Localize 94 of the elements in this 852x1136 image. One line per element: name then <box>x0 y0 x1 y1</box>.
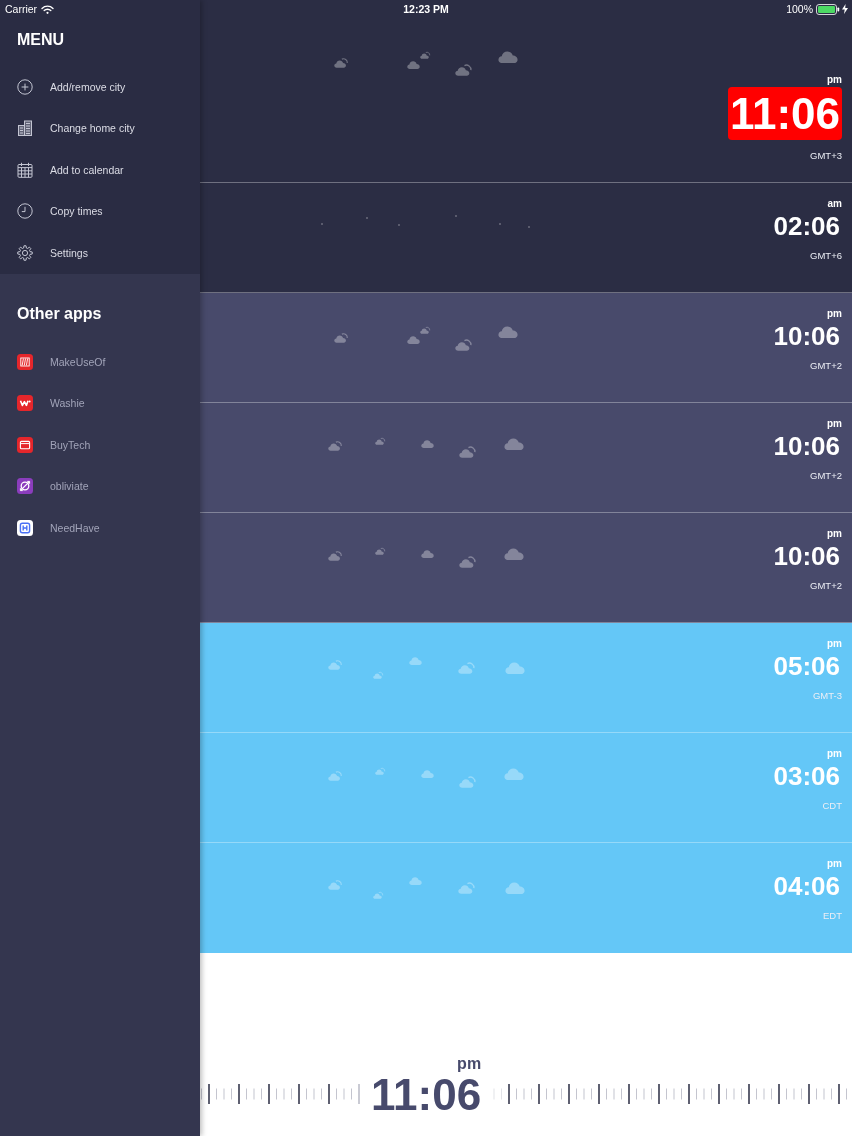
battery-icon <box>816 3 840 15</box>
cloud-icon <box>408 656 422 666</box>
timezone-label: CDT <box>822 799 842 813</box>
carrier-label: Carrier <box>5 3 38 15</box>
cloud-icon <box>406 60 420 70</box>
partly-cloudy-icon <box>419 325 431 335</box>
partly-cloudy-icon <box>458 881 476 895</box>
time-label: 04:06 <box>772 871 841 901</box>
bars-tile-icon <box>17 519 33 536</box>
cloud-icon <box>498 50 518 64</box>
partly-cloudy-icon <box>333 57 349 69</box>
partly-cloudy-icon <box>327 550 343 562</box>
cloud-icon <box>406 335 420 345</box>
cloud-icon <box>505 881 525 895</box>
city-time-row[interactable]: pm 10:06 GMT+2 <box>200 403 852 513</box>
zigzag-tile-icon <box>17 395 33 412</box>
cloud-icon <box>420 769 434 779</box>
timezone-label: GMT+6 <box>810 249 842 263</box>
partly-cloudy-icon <box>459 555 477 569</box>
cloud-icon <box>498 325 518 339</box>
partly-cloudy-icon <box>327 659 343 671</box>
partly-cloudy-icon <box>458 661 476 675</box>
partly-cloudy-icon <box>372 890 384 900</box>
partly-cloudy-icon <box>374 546 386 556</box>
buildings-icon <box>17 120 33 137</box>
period-label: pm <box>827 307 842 321</box>
timezone-label: GMT+2 <box>810 579 842 593</box>
partly-cloudy-icon <box>374 436 386 446</box>
window-tile-icon <box>17 436 33 453</box>
calendar-icon <box>17 161 33 178</box>
cloud-icon <box>504 437 524 451</box>
menu-item[interactable]: Copy times <box>0 190 200 232</box>
app-item[interactable]: NeedHave <box>0 507 200 549</box>
status-time: 12:23 PM <box>403 3 449 15</box>
menu-item[interactable]: Settings <box>0 232 200 274</box>
city-time-row[interactable]: pm 10:06 GMT+2 <box>200 513 852 623</box>
cloud-icon <box>420 549 434 559</box>
partly-cloudy-icon <box>374 766 386 776</box>
selected-time-label: 11:06 <box>371 1073 482 1117</box>
cloud-icon <box>504 547 524 561</box>
wifi-icon <box>41 4 55 14</box>
cloud-icon <box>505 661 525 675</box>
period-label: pm <box>827 73 842 87</box>
add-circle-icon <box>17 78 33 95</box>
period-label: pm <box>827 747 842 761</box>
app-item[interactable]: Washie <box>0 382 200 424</box>
partly-cloudy-icon <box>455 338 473 352</box>
partly-cloudy-icon <box>372 670 384 680</box>
partly-cloudy-icon <box>459 775 477 789</box>
partly-cloudy-icon <box>333 332 349 344</box>
timezone-label: EDT <box>823 909 842 923</box>
timezone-label: GMT+3 <box>810 149 842 163</box>
city-time-row[interactable]: am 02:06 GMT+6 <box>200 183 852 293</box>
time-label: 10:06 <box>772 431 841 461</box>
time-ruler[interactable] <box>200 1084 362 1104</box>
period-label: pm <box>827 527 842 541</box>
period-label: pm <box>827 637 842 651</box>
settings-icon <box>17 244 33 261</box>
app-item[interactable]: MakeUseOf <box>0 341 200 383</box>
time-label: 05:06 <box>772 651 841 681</box>
app-item[interactable]: obliviate <box>0 465 200 507</box>
partly-cloudy-icon <box>455 63 473 77</box>
time-label: 02:06 <box>772 211 841 241</box>
menu-item[interactable]: Change home city <box>0 107 200 149</box>
striped-tile-icon <box>17 353 33 370</box>
other-apps-title: Other apps <box>17 304 103 324</box>
cloud-icon <box>504 767 524 781</box>
time-label: 11:06 <box>727 87 842 140</box>
partly-cloudy-icon <box>327 879 343 891</box>
menu-item[interactable]: Add/remove city <box>0 66 200 108</box>
crossed-circle-icon <box>17 478 33 495</box>
timezone-label: GMT-3 <box>812 689 842 703</box>
partly-cloudy-icon <box>327 770 343 782</box>
partly-cloudy-icon <box>327 440 343 452</box>
period-label: pm <box>827 417 842 431</box>
time-label: 10:06 <box>772 541 841 571</box>
period-label: pm <box>457 1055 482 1073</box>
app-item[interactable]: BuyTech <box>0 424 200 466</box>
period-label: pm <box>827 857 842 871</box>
menu-title: MENU <box>17 30 66 50</box>
timezone-label: GMT+2 <box>810 469 842 483</box>
partly-cloudy-icon <box>459 445 477 459</box>
timezone-label: GMT+2 <box>810 359 842 373</box>
city-time-row[interactable]: pm 10:06 GMT+2 <box>200 293 852 403</box>
battery-percent: 100% <box>786 3 813 15</box>
partly-cloudy-icon <box>419 50 431 60</box>
clock-icon <box>17 203 33 220</box>
period-label: am <box>827 197 842 211</box>
cloud-icon <box>408 876 422 886</box>
cloud-icon <box>420 439 434 449</box>
charging-bolt-icon <box>842 4 848 14</box>
time-label: 03:06 <box>772 761 841 791</box>
menu-item[interactable]: Add to calendar <box>0 149 200 191</box>
time-label: 10:06 <box>772 321 841 351</box>
